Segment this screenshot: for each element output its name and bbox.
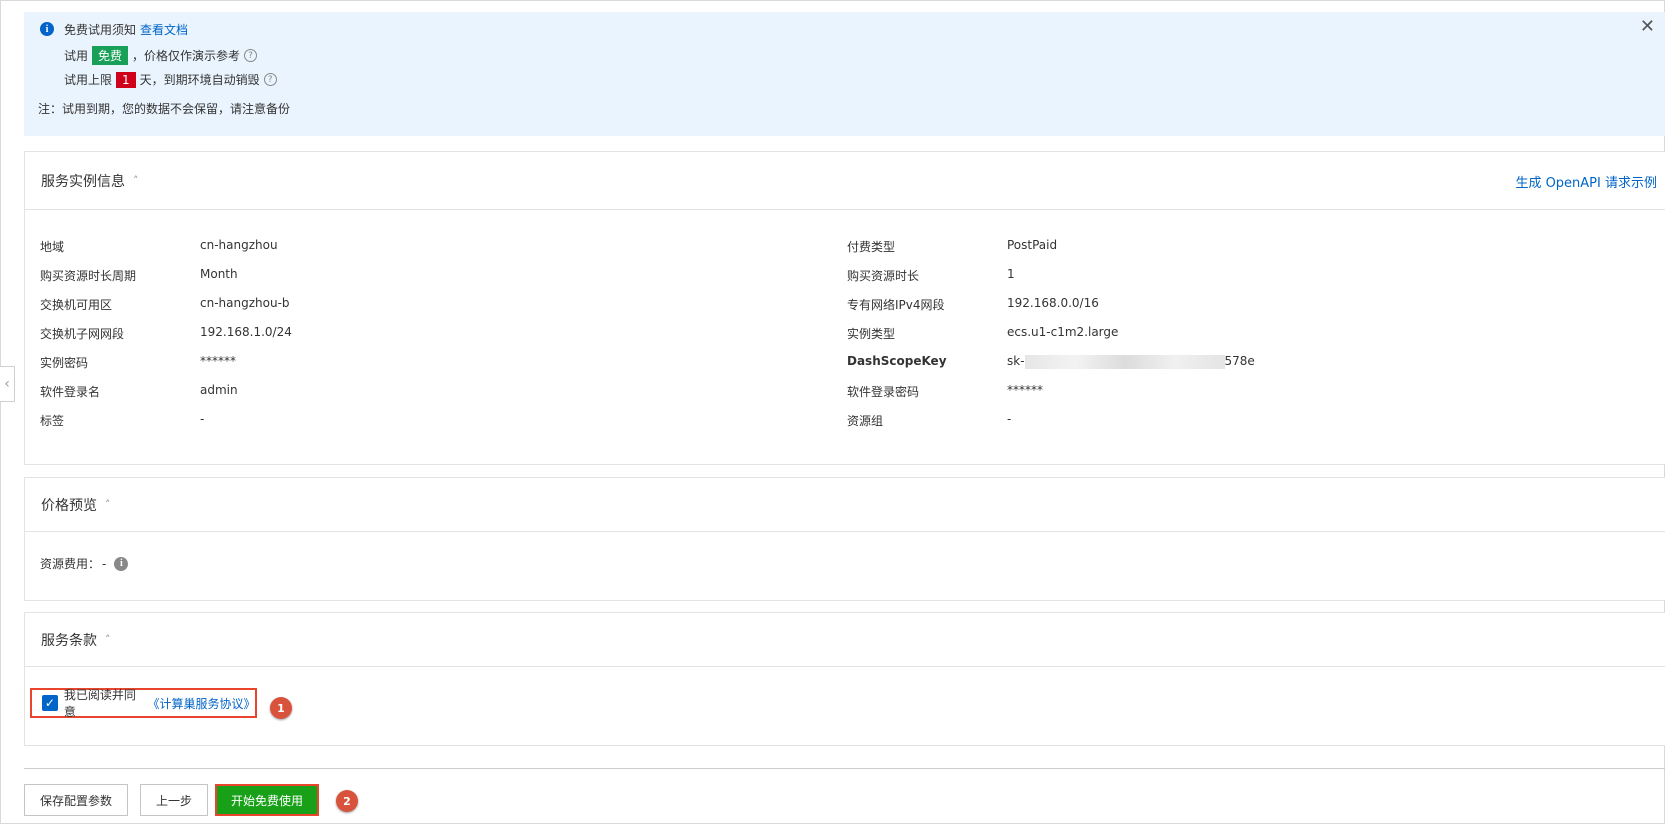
- chevron-up-icon[interactable]: ˄: [105, 633, 111, 646]
- resource-fee-label: 资源费用：: [40, 557, 101, 571]
- notice-line2-suffix: 天，到期环境自动销毁: [139, 73, 260, 87]
- field-label: 软件登录名: [40, 385, 101, 399]
- days-badge: 1: [116, 71, 136, 88]
- agree-text: 我已阅读并同意: [63, 688, 136, 719]
- field-label: 购买资源时长周期: [40, 269, 137, 283]
- field-value: cn-hangzhou: [200, 238, 278, 252]
- redacted-key-mask: [1024, 354, 1225, 369]
- chevron-left-icon: ‹: [4, 376, 10, 392]
- start-free-trial-button[interactable]: 开始免费使用: [215, 784, 319, 816]
- panel-title: 服务实例信息: [41, 173, 125, 190]
- field-value: cn-hangzhou-b: [200, 296, 290, 310]
- field-value: ecs.u1-c1m2.large: [1007, 325, 1119, 339]
- field-value: admin: [200, 383, 238, 397]
- key-prefix: sk-: [1007, 354, 1025, 368]
- notice-line1-prefix: 试用: [64, 49, 89, 63]
- field-value: PostPaid: [1007, 238, 1058, 252]
- resource-fee-value: -: [102, 556, 107, 571]
- collapse-sidebar-handle[interactable]: ‹: [0, 366, 15, 402]
- notice-note: 注：试用到期，您的数据不会保留，请注意备份: [38, 100, 290, 117]
- field-value: ******: [200, 354, 236, 368]
- price-preview-panel: 价格预览 ˄: [24, 477, 1665, 601]
- field-label: DashScopeKey: [847, 354, 947, 368]
- notice-title-row: 免费试用须知 查看文档: [64, 21, 188, 38]
- key-suffix: 578e: [1224, 354, 1255, 368]
- notice-title: 免费试用须知: [64, 23, 137, 37]
- field-value: Month: [200, 267, 238, 281]
- dashscope-key-value: sk- 578e: [1007, 354, 1255, 369]
- help-icon[interactable]: ?: [263, 73, 277, 86]
- service-terms-header[interactable]: 服务条款 ˄: [25, 613, 1665, 667]
- field-value: 192.168.0.0/16: [1007, 296, 1099, 310]
- agreement-checkbox-row[interactable]: ✓ 我已阅读并同意 《计算巢服务协议》: [30, 688, 257, 719]
- panel-title: 服务条款: [41, 632, 97, 649]
- chevron-up-icon[interactable]: ˄: [105, 498, 111, 511]
- field-label: 交换机子网网段: [40, 327, 125, 341]
- close-icon[interactable]: ✕: [1640, 18, 1655, 36]
- field-value: 1: [1007, 267, 1015, 281]
- service-terms-panel: 服务条款 ˄: [24, 612, 1665, 746]
- panel-title: 价格预览: [41, 497, 97, 514]
- generate-openapi-link[interactable]: 生成 OpenAPI 请求示例: [1515, 172, 1657, 191]
- field-value: 192.168.1.0/24: [200, 325, 292, 339]
- price-preview-header[interactable]: 价格预览 ˄: [25, 478, 1665, 532]
- service-agreement-link[interactable]: 《计算巢服务协议》: [148, 695, 256, 712]
- field-label: 地域: [40, 240, 65, 254]
- field-label: 软件登录密码: [847, 385, 920, 399]
- save-config-button[interactable]: 保存配置参数: [24, 784, 128, 816]
- agree-checkbox[interactable]: ✓: [42, 695, 58, 711]
- free-badge: 免费: [92, 46, 129, 65]
- notice-line2-prefix: 试用上限: [64, 73, 113, 87]
- field-label: 付费类型: [847, 240, 896, 254]
- field-label: 实例密码: [40, 356, 89, 370]
- notice-line-1: 试用 免费 ，价格仅作演示参考 ?: [64, 46, 258, 65]
- previous-step-button[interactable]: 上一步: [140, 784, 208, 816]
- help-icon[interactable]: ?: [244, 49, 258, 62]
- footer-divider: [24, 768, 1665, 769]
- chevron-up-icon[interactable]: ˄: [133, 174, 139, 187]
- view-docs-link[interactable]: 查看文档: [140, 21, 188, 38]
- notice-line-2: 试用上限 1 天，到期环境自动销毁 ?: [64, 71, 277, 88]
- field-value: -: [200, 412, 205, 426]
- info-icon[interactable]: i: [114, 556, 129, 571]
- field-label: 资源组: [847, 414, 884, 428]
- free-trial-notice: i 免费试用须知 查看文档 试用 免费 ，价格仅作演示参考 ? 试用上限 1 天…: [24, 12, 1665, 136]
- field-label: 标签: [40, 414, 65, 428]
- field-label: 实例类型: [847, 327, 896, 341]
- field-label: 购买资源时长: [847, 269, 920, 283]
- step-marker-2: 2: [336, 790, 358, 812]
- resource-fee-row: 资源费用： - i: [40, 555, 129, 572]
- field-value: ******: [1007, 383, 1043, 397]
- service-instance-header[interactable]: 服务实例信息 ˄ 生成 OpenAPI 请求示例: [25, 152, 1665, 210]
- notice-line1-suffix: ，价格仅作演示参考: [132, 49, 241, 63]
- field-label: 交换机可用区: [40, 298, 113, 312]
- field-label: 专有网络IPv4网段: [847, 298, 945, 312]
- info-icon: i: [40, 22, 54, 36]
- notice-note-text: 注：试用到期，您的数据不会保留，请注意备份: [38, 102, 291, 116]
- step-marker-1: 1: [270, 697, 292, 719]
- field-value: -: [1007, 412, 1012, 426]
